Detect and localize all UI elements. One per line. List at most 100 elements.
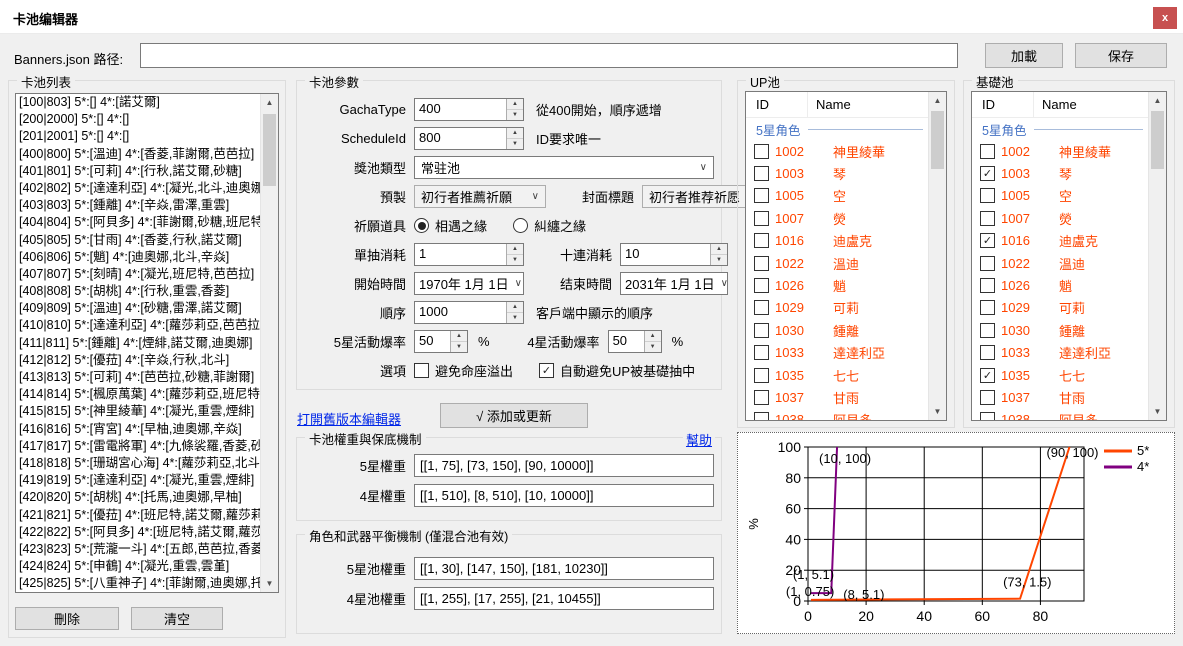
base-pool-row[interactable]: 1038阿貝多: [972, 409, 1149, 420]
scroll-thumb[interactable]: [1151, 111, 1164, 169]
base-pool-list[interactable]: IDName5星角色1002神里綾華✓1003琴1005空1007熒✓1016迪…: [971, 91, 1167, 421]
close-icon[interactable]: x: [1153, 7, 1177, 29]
banner-list-item[interactable]: [400|800] 5*:[溫迪] 4*:[香菱,菲謝爾,芭芭拉]: [16, 146, 261, 163]
base-pool-checkbox[interactable]: [980, 390, 995, 405]
up-pool-list[interactable]: IDName5星角色1002神里綾華1003琴1005空1007熒1016迪盧克…: [745, 91, 947, 421]
up-pool-checkbox[interactable]: [754, 188, 769, 203]
up-pool-scrollbar[interactable]: ▲ ▼: [928, 92, 946, 420]
base-pool-checkbox[interactable]: [980, 188, 995, 203]
delete-button[interactable]: 刪除: [15, 607, 119, 630]
base-pool-checkbox[interactable]: [980, 256, 995, 271]
pooltype-dropdown[interactable]: 常驻池 ∨: [414, 156, 714, 179]
base-pool-scrollbar[interactable]: ▲ ▼: [1148, 92, 1166, 420]
banner-list-item[interactable]: [413|813] 5*:[可莉] 4*:[芭芭拉,砂糖,菲謝爾]: [16, 369, 261, 386]
list-scrollbar[interactable]: ▲ ▼: [260, 94, 278, 592]
banner-list-item[interactable]: [401|801] 5*:[可莉] 4*:[行秋,諾艾爾,砂糖]: [16, 163, 261, 180]
open-old-editor-link[interactable]: 打開舊版本編輯器: [297, 409, 401, 428]
endtime-datepicker[interactable]: 2031年 1月 1日 ∨: [620, 272, 728, 295]
banner-list-item[interactable]: [414|814] 5*:[楓原萬葉] 4*:[蘿莎莉亞,班尼特,雷澤]: [16, 386, 261, 403]
up-pool-row[interactable]: 1037甘雨: [746, 386, 929, 408]
spinner-arrows-icon[interactable]: ▲▼: [506, 244, 523, 265]
up-pool-checkbox[interactable]: [754, 211, 769, 226]
spinner-arrows-icon[interactable]: ▲▼: [644, 331, 661, 352]
base-pool-checkbox[interactable]: [980, 300, 995, 315]
banner-list-item[interactable]: [425|825] 5*:[八重神子] 4*:[菲謝爾,迪奧娜,托馬]: [16, 575, 261, 592]
banner-list-item[interactable]: [403|803] 5*:[鍾離] 4*:[辛焱,雷澤,重雲]: [16, 197, 261, 214]
banner-list-item[interactable]: [405|805] 5*:[甘雨] 4*:[香菱,行秋,諾艾爾]: [16, 232, 261, 249]
base-pool-checkbox[interactable]: [980, 144, 995, 159]
up-pool-row[interactable]: 1002神里綾華: [746, 140, 929, 162]
scroll-down-icon[interactable]: ▼: [261, 575, 278, 592]
up-pool-row[interactable]: 1016迪盧克: [746, 230, 929, 252]
clear-button[interactable]: 清空: [131, 607, 223, 630]
base-pool-row[interactable]: ✓1003琴: [972, 162, 1149, 184]
scroll-thumb[interactable]: [263, 114, 276, 186]
banner-list-item[interactable]: [402|802] 5*:[達達利亞] 4*:[凝光,北斗,迪奧娜]: [16, 180, 261, 197]
spinner-arrows-icon[interactable]: ▲▼: [450, 331, 467, 352]
avoid-constellation-checkbox[interactable]: [414, 363, 429, 378]
banner-list-item[interactable]: [407|807] 5*:[刻晴] 4*:[凝光,班尼特,芭芭拉]: [16, 266, 261, 283]
up-pool-row[interactable]: 1033達達利亞: [746, 342, 929, 364]
help-link[interactable]: 幫助: [683, 430, 715, 449]
up-pool-checkbox[interactable]: [754, 256, 769, 271]
up-pool-checkbox[interactable]: [754, 233, 769, 248]
base-pool-row[interactable]: 1005空: [972, 185, 1149, 207]
banner-list-item[interactable]: [200|2000] 5*:[] 4*:[]: [16, 111, 261, 128]
up-pool-row[interactable]: 1035七七: [746, 364, 929, 386]
tencost-spinner[interactable]: 10 ▲▼: [620, 243, 728, 266]
banner-listbox[interactable]: [100|803] 5*:[] 4*:[諾艾爾][200|2000] 5*:[]…: [15, 93, 279, 593]
scroll-up-icon[interactable]: ▲: [261, 94, 278, 111]
spinner-arrows-icon[interactable]: ▲▼: [506, 99, 523, 120]
radio-acquaint-fate[interactable]: [414, 218, 429, 233]
banner-list-item[interactable]: [417|817] 5*:[雷電將軍] 4*:[九條裟羅,香菱,砂糖]: [16, 438, 261, 455]
starttime-datepicker[interactable]: 1970年 1月 1日 ∨: [414, 272, 524, 295]
scroll-thumb[interactable]: [931, 111, 944, 169]
base-pool-checkbox[interactable]: [980, 211, 995, 226]
base-pool-checkbox[interactable]: ✓: [980, 233, 995, 248]
scroll-down-icon[interactable]: ▼: [1149, 403, 1166, 420]
banner-list-item[interactable]: [416|816] 5*:[宵宮] 4*:[早柚,迪奧娜,辛焱]: [16, 421, 261, 438]
up-pool-row[interactable]: 1007熒: [746, 207, 929, 229]
path-input[interactable]: [140, 43, 958, 68]
load-button[interactable]: 加載: [985, 43, 1063, 68]
up-pool-row[interactable]: 1029可莉: [746, 297, 929, 319]
banner-list-item[interactable]: [415|815] 5*:[神里綾華] 4*:[凝光,重雲,煙緋]: [16, 403, 261, 420]
banner-list-item[interactable]: [410|810] 5*:[達達利亞] 4*:[蘿莎莉亞,芭芭拉,菲謝爾]: [16, 317, 261, 334]
banner-list-item[interactable]: [421|821] 5*:[優菈] 4*:[班尼特,諾艾爾,蘿莎莉亞]: [16, 507, 261, 524]
up-pool-checkbox[interactable]: [754, 278, 769, 293]
save-button[interactable]: 保存: [1075, 43, 1167, 68]
up-pool-row[interactable]: 1026魈: [746, 274, 929, 296]
preset-dropdown[interactable]: 初行者推薦祈願 ∨: [414, 185, 546, 208]
base-pool-checkbox[interactable]: ✓: [980, 368, 995, 383]
up-pool-row[interactable]: 1005空: [746, 185, 929, 207]
sort-spinner[interactable]: 1000 ▲▼: [414, 301, 524, 324]
base-pool-row[interactable]: 1022溫迪: [972, 252, 1149, 274]
star4rate-spinner[interactable]: 50 ▲▼: [608, 330, 662, 353]
up-pool-checkbox[interactable]: [754, 345, 769, 360]
scroll-up-icon[interactable]: ▲: [929, 92, 946, 109]
up-pool-row[interactable]: 1022溫迪: [746, 252, 929, 274]
up-pool-checkbox[interactable]: [754, 166, 769, 181]
scroll-up-icon[interactable]: ▲: [1149, 92, 1166, 109]
base-pool-row[interactable]: ✓1016迪盧克: [972, 230, 1149, 252]
up-pool-checkbox[interactable]: [754, 368, 769, 383]
spinner-arrows-icon[interactable]: ▲▼: [710, 244, 727, 265]
scheduleid-spinner[interactable]: 800 ▲▼: [414, 127, 524, 150]
base-pool-row[interactable]: 1037甘雨: [972, 386, 1149, 408]
banner-list-item[interactable]: [100|803] 5*:[] 4*:[諾艾爾]: [16, 94, 261, 111]
star4-pool-weight-input[interactable]: [414, 587, 714, 610]
up-pool-row[interactable]: 1030鍾離: [746, 319, 929, 341]
base-pool-row[interactable]: 1033達達利亞: [972, 342, 1149, 364]
banner-list-item[interactable]: [409|809] 5*:[溫迪] 4*:[砂糖,雷澤,諾艾爾]: [16, 300, 261, 317]
up-pool-row[interactable]: 1038阿貝多: [746, 409, 929, 420]
up-pool-checkbox[interactable]: [754, 300, 769, 315]
up-pool-checkbox[interactable]: [754, 412, 769, 420]
banner-list-item[interactable]: [419|819] 5*:[達達利亞] 4*:[凝光,重雲,煙緋]: [16, 472, 261, 489]
banner-list-item[interactable]: [423|823] 5*:[荒瀧一斗] 4*:[五郎,芭芭拉,香菱]: [16, 541, 261, 558]
add-or-update-button[interactable]: √ 添加或更新: [440, 403, 588, 428]
banner-list-item[interactable]: [424|824] 5*:[申鶴] 4*:[凝光,重雲,雲堇]: [16, 558, 261, 575]
base-pool-checkbox[interactable]: [980, 323, 995, 338]
star5-pool-weight-input[interactable]: [414, 557, 714, 580]
radio-intertwined-fate[interactable]: [513, 218, 528, 233]
spinner-arrows-icon[interactable]: ▲▼: [506, 128, 523, 149]
